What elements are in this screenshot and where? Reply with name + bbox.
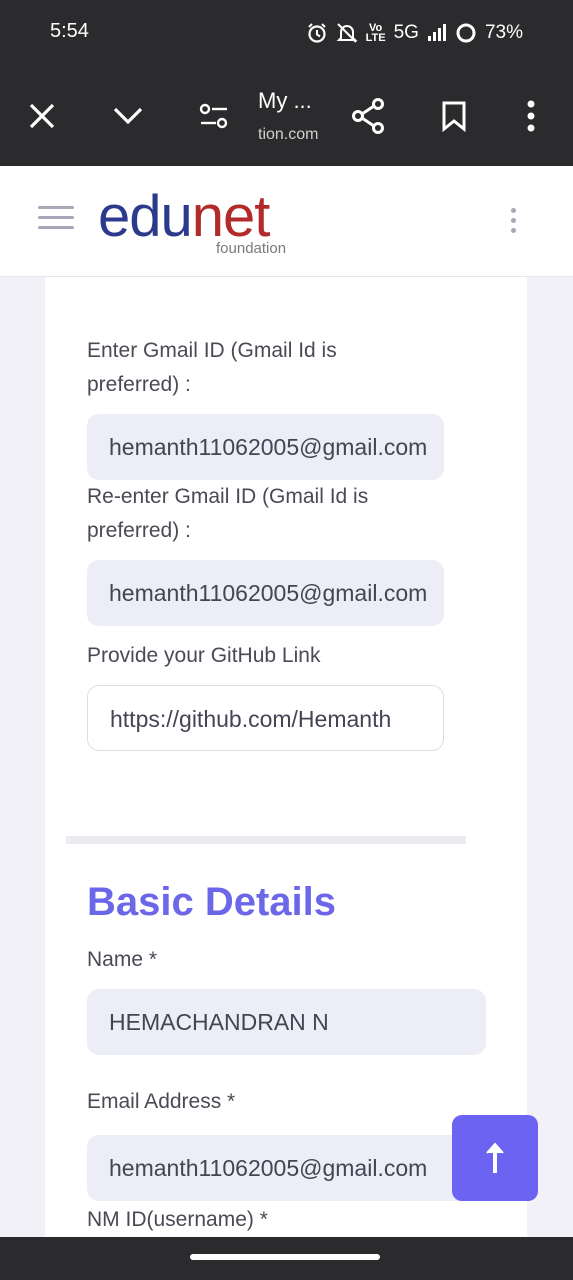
regmail-label: Re-enter Gmail ID (Gmail Id is preferred… — [87, 485, 369, 542]
network-type: 5G — [393, 22, 419, 43]
gmail-label: Enter Gmail ID (Gmail Id is preferred) : — [87, 339, 337, 396]
browser-toolbar: My ... tion.com — [0, 66, 573, 166]
close-icon — [29, 103, 55, 129]
arrow-up-icon — [486, 1142, 504, 1173]
alarm-icon — [306, 22, 328, 44]
email-label: Email Address * — [87, 1090, 236, 1113]
regmail-field[interactable]: hemanth11062005@gmail.com — [87, 560, 444, 626]
scroll-to-top-button[interactable] — [452, 1115, 538, 1201]
logo-subtitle: foundation — [216, 240, 287, 257]
battery-icon — [455, 22, 477, 44]
page-url[interactable]: tion.com — [258, 126, 318, 144]
site-header: edunet foundation — [0, 166, 573, 277]
status-icons: Vo LTE 5G 73% — [306, 18, 523, 48]
section-title: Basic Details — [87, 880, 337, 924]
page-title[interactable]: My ... — [258, 88, 312, 114]
site-more-icon[interactable] — [506, 208, 520, 238]
minimize-button[interactable] — [106, 94, 150, 138]
menu-icon[interactable] — [38, 206, 74, 234]
email-field[interactable]: hemanth11062005@gmail.com — [87, 1135, 486, 1201]
home-gesture-handle[interactable] — [190, 1254, 380, 1260]
section-divider — [66, 836, 466, 844]
name-field[interactable]: HEMACHANDRAN N — [87, 989, 486, 1055]
share-icon — [352, 98, 384, 134]
tune-icon — [199, 103, 228, 129]
close-tab-button[interactable] — [20, 94, 64, 138]
mute-notifications-icon — [336, 22, 358, 44]
github-field[interactable]: https://github.com/Hemanth — [87, 685, 444, 751]
name-label: Name * — [87, 948, 158, 971]
share-button[interactable] — [346, 94, 390, 138]
gmail-field[interactable]: hemanth11062005@gmail.com — [87, 414, 444, 480]
signal-icon — [427, 24, 447, 42]
site-settings-button[interactable] — [192, 94, 236, 138]
more-vertical-icon — [527, 100, 535, 132]
battery-percent: 73% — [484, 22, 523, 43]
logo-text-edu: edu — [98, 184, 193, 249]
status-time: 5:54 — [50, 20, 89, 42]
volte-indicator: Vo LTE — [365, 22, 386, 44]
bookmark-icon — [442, 101, 466, 132]
status-bar: 5:54 Vo LTE 5G 73% — [0, 0, 573, 66]
chevron-down-icon — [113, 107, 143, 125]
nmid-label: NM ID(username) * — [87, 1208, 268, 1231]
more-options-button[interactable] — [509, 94, 553, 138]
github-label: Provide your GitHub Link — [87, 644, 321, 667]
bookmark-button[interactable] — [432, 94, 476, 138]
